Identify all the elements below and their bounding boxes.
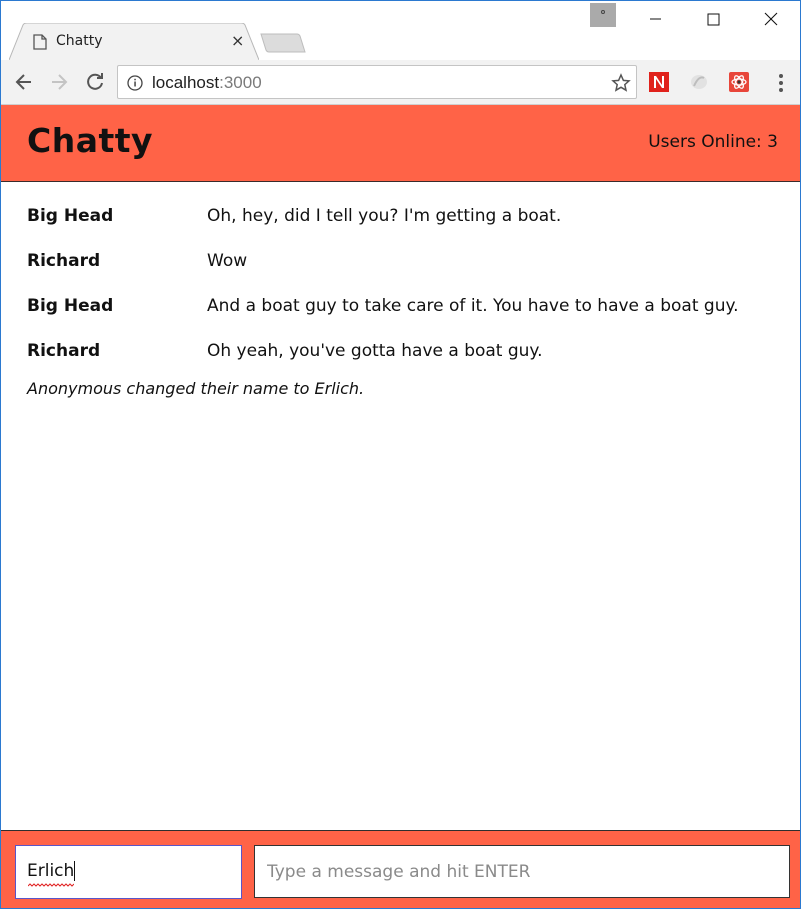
info-icon[interactable] <box>127 75 143 91</box>
star-icon[interactable] <box>611 73 631 93</box>
new-tab-button[interactable] <box>259 32 307 54</box>
tab-chatty[interactable]: Chatty × <box>9 23 259 60</box>
maximize-icon[interactable] <box>684 3 742 33</box>
users-online-count: Users Online: 3 <box>648 132 778 152</box>
message-username: Big Head <box>27 296 114 316</box>
browser-window: Chatty × localhost:3000 Chatty Users Onl… <box>0 0 801 909</box>
message-input[interactable] <box>254 845 790 898</box>
message-content: And a boat guy to take care of it. You h… <box>207 296 739 316</box>
reload-icon[interactable] <box>84 71 106 93</box>
extension-react-icon[interactable] <box>729 72 749 92</box>
extension-n-icon[interactable] <box>649 72 669 92</box>
tab-title: Chatty <box>56 33 103 49</box>
app-navbar: Chatty Users Online: 3 <box>1 105 800 182</box>
message-content: Wow <box>207 251 248 271</box>
url-host: localhost <box>152 73 220 92</box>
profile-icon[interactable] <box>590 3 616 27</box>
address-bar[interactable]: localhost:3000 <box>117 65 637 99</box>
system-notification: Anonymous changed their name to Erlich. <box>27 379 365 398</box>
brand-title[interactable]: Chatty <box>27 121 153 160</box>
forward-icon[interactable] <box>48 71 70 93</box>
message-content: Oh yeah, you've gotta have a boat guy. <box>207 341 543 361</box>
message-list: Big Head Oh, hey, did I tell you? I'm ge… <box>1 182 800 830</box>
chatbar: Erlich <box>1 830 800 908</box>
tab-strip: Chatty × <box>1 1 800 60</box>
message-content: Oh, hey, did I tell you? I'm getting a b… <box>207 206 562 226</box>
page-icon <box>33 34 47 50</box>
minimize-icon[interactable] <box>626 3 684 33</box>
close-icon[interactable] <box>742 3 800 33</box>
message-item: Richard Wow <box>27 251 787 275</box>
username-value: Erlich <box>27 861 75 881</box>
menu-icon[interactable] <box>773 72 789 94</box>
url-port: :3000 <box>219 73 262 92</box>
message-item: Big Head And a boat guy to take care of … <box>27 296 787 320</box>
browser-toolbar: localhost:3000 <box>1 60 800 105</box>
message-username: Big Head <box>27 206 114 226</box>
url-text[interactable]: localhost:3000 <box>152 73 262 93</box>
username-input[interactable]: Erlich <box>15 845 242 899</box>
message-item: Richard Oh yeah, you've gotta have a boa… <box>27 341 787 365</box>
spellcheck-underline <box>28 883 74 887</box>
text-caret <box>74 861 75 881</box>
tab-close-icon[interactable]: × <box>231 33 244 49</box>
message-item: Big Head Oh, hey, did I tell you? I'm ge… <box>27 206 787 230</box>
extension-swirl-icon[interactable] <box>689 72 709 92</box>
message-username: Richard <box>27 341 101 361</box>
message-username: Richard <box>27 251 101 271</box>
back-icon[interactable] <box>13 71 35 93</box>
